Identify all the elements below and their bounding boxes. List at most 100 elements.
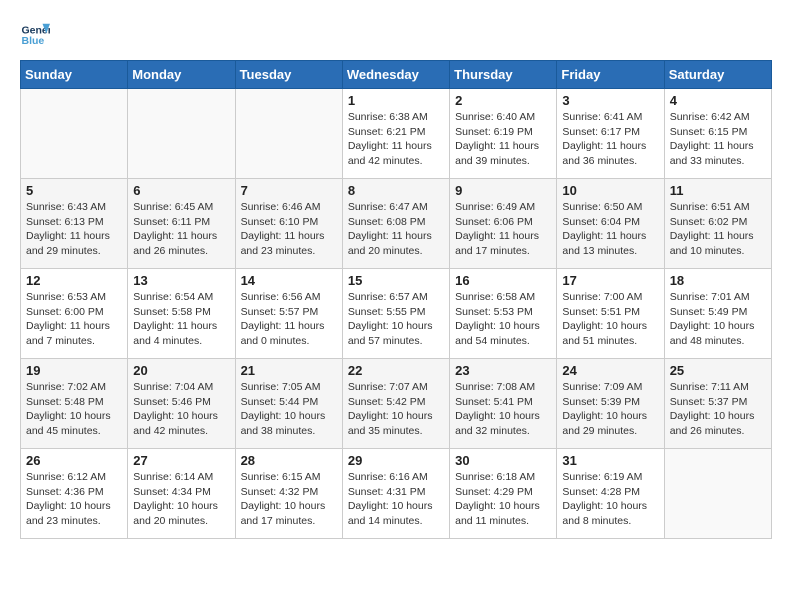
calendar-cell: 15 Sunrise: 6:57 AM Sunset: 5:55 PM Dayli… [342, 269, 449, 359]
calendar-cell: 2Sunrise: 6:40 AM Sunset: 6:19 PM Daylig… [450, 89, 557, 179]
day-number: 1 [348, 93, 444, 108]
day-info: Sunrise: 6:18 AM Sunset: 4:29 PM Dayligh… [455, 470, 551, 529]
day-info: Sunrise: 6:46 AM Sunset: 6:10 PM Dayligh… [241, 200, 337, 259]
day-info: Sunrise: 7:11 AM Sunset: 5:37 PM Dayligh… [670, 380, 766, 439]
day-number: 7 [241, 183, 337, 198]
calendar-cell: 23 Sunrise: 7:08 AM Sunset: 5:41 PM Dayli… [450, 359, 557, 449]
calendar-cell: 21 Sunrise: 7:05 AM Sunset: 5:44 PM Dayli… [235, 359, 342, 449]
day-number: 11 [670, 183, 766, 198]
calendar-cell: 18 Sunrise: 7:01 AM Sunset: 5:49 PM Dayli… [664, 269, 771, 359]
calendar-cell: 12 Sunrise: 6:53 AM Sunset: 6:00 PM Dayli… [21, 269, 128, 359]
day-info: Sunrise: 6:19 AM Sunset: 4:28 PM Dayligh… [562, 470, 658, 529]
day-number: 13 [133, 273, 229, 288]
day-number: 16 [455, 273, 551, 288]
calendar-cell: 8 Sunrise: 6:47 AM Sunset: 6:08 PM Daylig… [342, 179, 449, 269]
calendar-cell: 24 Sunrise: 7:09 AM Sunset: 5:39 PM Dayli… [557, 359, 664, 449]
calendar-cell: 9Sunrise: 6:49 AM Sunset: 6:06 PM Daylig… [450, 179, 557, 269]
day-info: Sunrise: 6:49 AM Sunset: 6:06 PM Dayligh… [455, 200, 551, 259]
calendar-cell: 10Sunrise: 6:50 AM Sunset: 6:04 PM Dayli… [557, 179, 664, 269]
day-info: Sunrise: 6:51 AM Sunset: 6:02 PM Dayligh… [670, 200, 766, 259]
day-number: 22 [348, 363, 444, 378]
day-number: 31 [562, 453, 658, 468]
day-number: 17 [562, 273, 658, 288]
calendar-cell: 27Sunrise: 6:14 AM Sunset: 4:34 PM Dayli… [128, 449, 235, 539]
calendar-cell: 13 Sunrise: 6:54 AM Sunset: 5:58 PM Dayli… [128, 269, 235, 359]
day-number: 23 [455, 363, 551, 378]
day-info: Sunrise: 6:40 AM Sunset: 6:19 PM Dayligh… [455, 110, 551, 169]
day-number: 20 [133, 363, 229, 378]
day-info: Sunrise: 6:14 AM Sunset: 4:34 PM Dayligh… [133, 470, 229, 529]
week-row-4: 19 Sunrise: 7:02 AM Sunset: 5:48 PM Dayli… [21, 359, 772, 449]
calendar-table: SundayMondayTuesdayWednesdayThursdayFrid… [20, 60, 772, 539]
day-number: 15 [348, 273, 444, 288]
day-info: Sunrise: 7:08 AM Sunset: 5:41 PM Dayligh… [455, 380, 551, 439]
page-header: General Blue [20, 20, 772, 50]
day-number: 8 [348, 183, 444, 198]
day-info: Sunrise: 6:47 AM Sunset: 6:08 PM Dayligh… [348, 200, 444, 259]
logo-icon: General Blue [20, 20, 50, 50]
weekday-header-wednesday: Wednesday [342, 61, 449, 89]
calendar-cell: 17Sunrise: 7:00 AM Sunset: 5:51 PM Dayli… [557, 269, 664, 359]
day-number: 25 [670, 363, 766, 378]
day-number: 19 [26, 363, 122, 378]
calendar-cell: 20 Sunrise: 7:04 AM Sunset: 5:46 PM Dayli… [128, 359, 235, 449]
calendar-cell: 3 Sunrise: 6:41 AM Sunset: 6:17 PM Daylig… [557, 89, 664, 179]
day-info: Sunrise: 7:01 AM Sunset: 5:49 PM Dayligh… [670, 290, 766, 349]
calendar-cell: 31 Sunrise: 6:19 AM Sunset: 4:28 PM Dayli… [557, 449, 664, 539]
day-number: 3 [562, 93, 658, 108]
calendar-cell: 14 Sunrise: 6:56 AM Sunset: 5:57 PM Dayli… [235, 269, 342, 359]
day-info: Sunrise: 7:07 AM Sunset: 5:42 PM Dayligh… [348, 380, 444, 439]
calendar-cell: 28 Sunrise: 6:15 AM Sunset: 4:32 PM Dayli… [235, 449, 342, 539]
weekday-header-sunday: Sunday [21, 61, 128, 89]
day-number: 12 [26, 273, 122, 288]
day-number: 6 [133, 183, 229, 198]
calendar-cell: 30Sunrise: 6:18 AM Sunset: 4:29 PM Dayli… [450, 449, 557, 539]
day-number: 21 [241, 363, 337, 378]
calendar-cell: 11 Sunrise: 6:51 AM Sunset: 6:02 PM Dayli… [664, 179, 771, 269]
day-number: 26 [26, 453, 122, 468]
day-info: Sunrise: 6:41 AM Sunset: 6:17 PM Dayligh… [562, 110, 658, 169]
day-info: Sunrise: 6:38 AM Sunset: 6:21 PM Dayligh… [348, 110, 444, 169]
day-number: 14 [241, 273, 337, 288]
day-number: 29 [348, 453, 444, 468]
day-info: Sunrise: 6:15 AM Sunset: 4:32 PM Dayligh… [241, 470, 337, 529]
calendar-cell: 25 Sunrise: 7:11 AM Sunset: 5:37 PM Dayli… [664, 359, 771, 449]
day-info: Sunrise: 6:56 AM Sunset: 5:57 PM Dayligh… [241, 290, 337, 349]
week-row-1: 1 Sunrise: 6:38 AM Sunset: 6:21 PM Daylig… [21, 89, 772, 179]
day-info: Sunrise: 6:45 AM Sunset: 6:11 PM Dayligh… [133, 200, 229, 259]
day-info: Sunrise: 6:16 AM Sunset: 4:31 PM Dayligh… [348, 470, 444, 529]
svg-text:Blue: Blue [22, 35, 45, 47]
day-info: Sunrise: 7:09 AM Sunset: 5:39 PM Dayligh… [562, 380, 658, 439]
calendar-cell [128, 89, 235, 179]
day-info: Sunrise: 7:02 AM Sunset: 5:48 PM Dayligh… [26, 380, 122, 439]
day-info: Sunrise: 7:05 AM Sunset: 5:44 PM Dayligh… [241, 380, 337, 439]
calendar-cell: 16 Sunrise: 6:58 AM Sunset: 5:53 PM Dayli… [450, 269, 557, 359]
weekday-header-monday: Monday [128, 61, 235, 89]
calendar-cell: 22 Sunrise: 7:07 AM Sunset: 5:42 PM Dayli… [342, 359, 449, 449]
weekday-header-thursday: Thursday [450, 61, 557, 89]
calendar-cell: 4Sunrise: 6:42 AM Sunset: 6:15 PM Daylig… [664, 89, 771, 179]
logo: General Blue [20, 20, 50, 50]
day-info: Sunrise: 6:58 AM Sunset: 5:53 PM Dayligh… [455, 290, 551, 349]
week-row-3: 12 Sunrise: 6:53 AM Sunset: 6:00 PM Dayli… [21, 269, 772, 359]
day-number: 10 [562, 183, 658, 198]
calendar-cell: 6 Sunrise: 6:45 AM Sunset: 6:11 PM Daylig… [128, 179, 235, 269]
day-info: Sunrise: 6:12 AM Sunset: 4:36 PM Dayligh… [26, 470, 122, 529]
calendar-cell: 1 Sunrise: 6:38 AM Sunset: 6:21 PM Daylig… [342, 89, 449, 179]
day-info: Sunrise: 6:57 AM Sunset: 5:55 PM Dayligh… [348, 290, 444, 349]
day-number: 18 [670, 273, 766, 288]
weekday-header-tuesday: Tuesday [235, 61, 342, 89]
weekday-header-saturday: Saturday [664, 61, 771, 89]
day-info: Sunrise: 6:42 AM Sunset: 6:15 PM Dayligh… [670, 110, 766, 169]
day-number: 28 [241, 453, 337, 468]
day-info: Sunrise: 7:04 AM Sunset: 5:46 PM Dayligh… [133, 380, 229, 439]
calendar-cell: 19 Sunrise: 7:02 AM Sunset: 5:48 PM Dayli… [21, 359, 128, 449]
calendar-cell [664, 449, 771, 539]
weekday-header-row: SundayMondayTuesdayWednesdayThursdayFrid… [21, 61, 772, 89]
day-number: 5 [26, 183, 122, 198]
week-row-2: 5Sunrise: 6:43 AM Sunset: 6:13 PM Daylig… [21, 179, 772, 269]
calendar-cell: 7 Sunrise: 6:46 AM Sunset: 6:10 PM Daylig… [235, 179, 342, 269]
day-info: Sunrise: 6:53 AM Sunset: 6:00 PM Dayligh… [26, 290, 122, 349]
day-info: Sunrise: 6:54 AM Sunset: 5:58 PM Dayligh… [133, 290, 229, 349]
day-number: 24 [562, 363, 658, 378]
